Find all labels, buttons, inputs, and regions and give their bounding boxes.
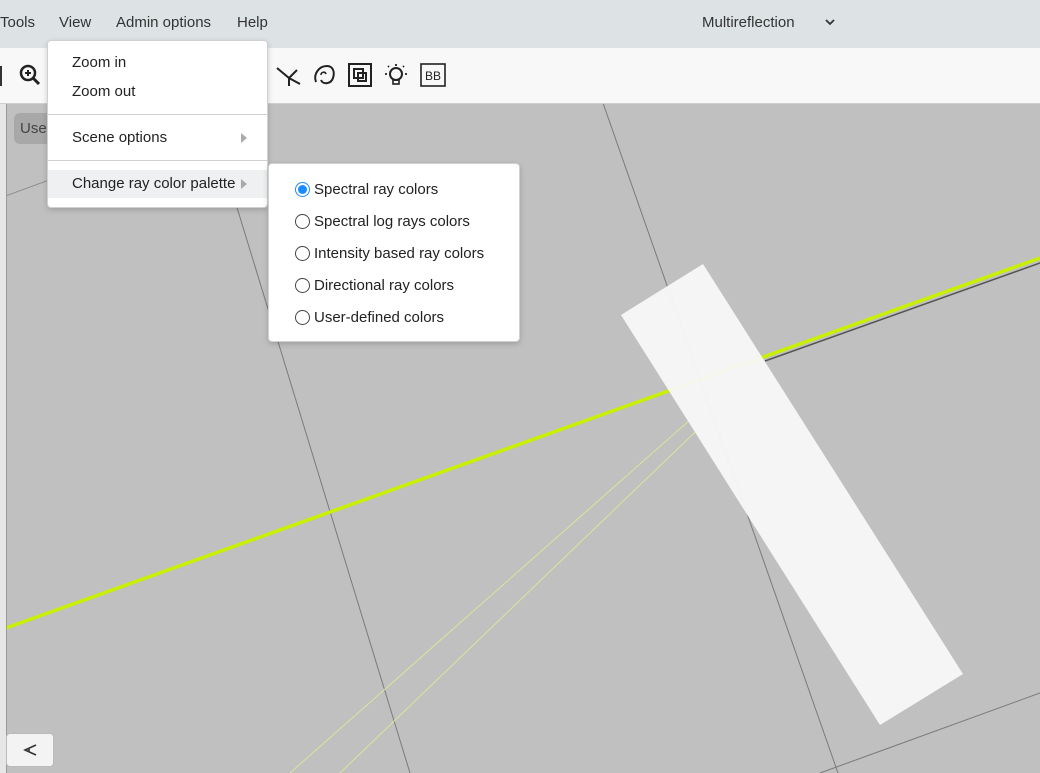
glass-block [621,264,963,725]
radio-button[interactable] [295,245,310,261]
submenu-arrow-icon [241,133,247,143]
palette-option-directional[interactable]: Directional ray colors [295,273,454,297]
menu-item-scene-options[interactable]: Scene options [48,124,267,152]
curved-mirror-icon [314,64,335,85]
left-panel-edge [0,103,7,773]
menu-item-change-ray-color-palette[interactable]: Change ray color palette [48,170,267,198]
menu-tools[interactable]: Tools [0,14,35,31]
view-menu: Zoom in Zoom out Scene options Change ra… [47,40,268,208]
palette-option-spectral-log[interactable]: Spectral log rays colors [295,209,470,233]
zoom-in-button[interactable] [15,60,45,90]
grid-line [764,262,1040,362]
blocker-icon [348,63,372,87]
zoom-in-icon [19,64,41,86]
ray-source-tool[interactable] [273,60,303,90]
bb-label: BB [425,69,441,83]
submenu-arrow-icon [241,179,247,189]
eye-icon [23,744,37,756]
menu-item-label: Scene options [72,129,168,146]
lamp-tool[interactable] [381,60,411,90]
lamp-icon [385,64,407,85]
camera-toggle-button[interactable] [6,733,54,767]
blocker-tool[interactable] [345,60,375,90]
ray-color-palette-submenu: Spectral ray colors Spectral log rays co… [268,163,520,342]
menu-divider [48,160,267,161]
ray-source-icon [276,67,301,86]
grid-line [819,692,1040,773]
menu-view[interactable]: View [59,14,91,31]
option-label: Spectral log rays colors [314,212,470,230]
mode-select[interactable]: Multireflection [702,14,795,31]
radio-button[interactable] [295,181,310,197]
menu-admin-options[interactable]: Admin options [116,14,211,31]
menu-item-label: Change ray color palette [72,175,236,192]
option-label: Intensity based ray colors [314,244,485,262]
option-label: Directional ray colors [314,276,455,294]
curved-mirror-tool[interactable] [309,60,339,90]
palette-option-user-defined[interactable]: User-defined colors [295,305,444,329]
menu-item-zoom-out[interactable]: Zoom out [48,78,267,106]
radio-button[interactable] [295,309,310,325]
menu-divider [48,114,267,115]
chevron-down-icon[interactable] [823,12,837,32]
menu-item-zoom-in[interactable]: Zoom in [48,49,267,77]
radio-button[interactable] [295,213,310,229]
menu-help[interactable]: Help [237,14,268,31]
palette-option-spectral[interactable]: Spectral ray colors [295,177,438,201]
bb-tool[interactable]: BB [418,60,448,90]
palette-option-intensity[interactable]: Intensity based ray colors [295,241,484,265]
radio-button[interactable] [295,277,310,293]
bb-icon: BB [420,63,446,87]
option-label: User-defined colors [314,308,445,326]
option-label: Spectral ray colors [314,180,439,198]
toolbar-separator [0,66,2,86]
